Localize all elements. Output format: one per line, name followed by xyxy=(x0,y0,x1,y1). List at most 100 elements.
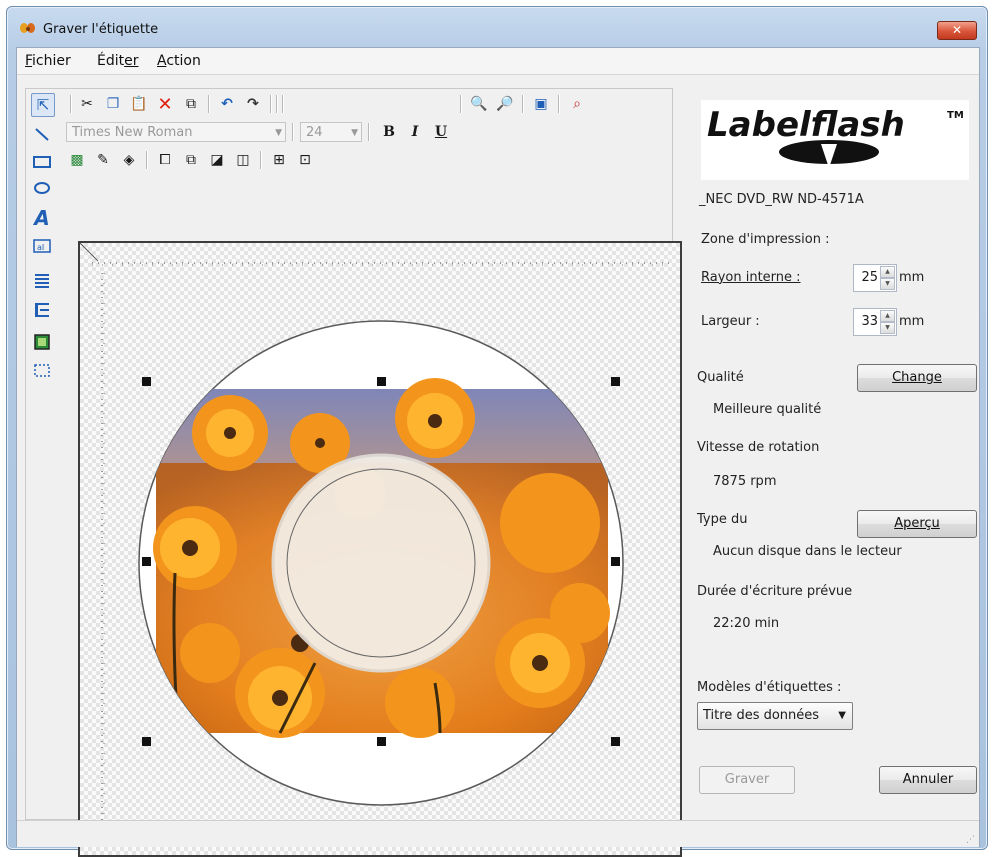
fit-page-button[interactable]: ▣ xyxy=(530,93,552,115)
italic-button[interactable]: I xyxy=(404,121,426,143)
pointer-icon: ⇱ xyxy=(36,96,50,114)
select-tool[interactable]: ⇱ xyxy=(31,93,55,117)
chevron-down-icon: ▼ xyxy=(838,710,846,721)
text-tool[interactable]: A xyxy=(31,206,53,230)
ungroup-button[interactable]: ◫ xyxy=(232,149,254,171)
toolbar-separator xyxy=(260,151,262,169)
spinner-up-icon[interactable]: ▲ xyxy=(880,310,895,322)
width-value: 33 xyxy=(861,314,878,329)
inner-radius-unit: mm xyxy=(899,270,925,285)
distribute-icon: ⊡ xyxy=(299,152,311,168)
area-tool[interactable] xyxy=(31,359,53,381)
rotation-label: Vitesse de rotation xyxy=(697,440,820,455)
window-title: Graver l'étiquette xyxy=(43,22,159,37)
paste-button[interactable]: 📋 xyxy=(128,93,150,115)
send-back-icon: ◪ xyxy=(210,152,224,168)
menu-editer[interactable]: Éditer xyxy=(97,53,139,69)
disc-layout xyxy=(80,243,670,848)
pen-button[interactable]: ✎ xyxy=(92,149,114,171)
menu-fichier[interactable]: Fichier xyxy=(25,53,71,69)
drive-name: _NEC DVD_RW ND-4571A xyxy=(699,192,864,207)
top-ruler xyxy=(92,262,670,266)
font-size-combo[interactable]: 24 ▼ xyxy=(300,122,362,142)
width-spinner[interactable]: 33 ▲ ▼ xyxy=(853,308,897,336)
title-bar[interactable]: Graver l'étiquette ✕ xyxy=(7,7,987,47)
inner-radius-value: 25 xyxy=(861,270,878,285)
toolbar-separator xyxy=(282,95,284,113)
preview-button[interactable]: ⌕ xyxy=(566,93,588,115)
clipboard-icon: 📋 xyxy=(130,96,148,112)
line-tool[interactable] xyxy=(31,123,53,145)
duration-value: 22:20 min xyxy=(713,616,780,631)
inner-radius-spinner[interactable]: 25 ▲ ▼ xyxy=(853,264,897,292)
templates-select[interactable]: Titre des données ▼ xyxy=(697,702,853,730)
ellipse-icon xyxy=(34,182,50,194)
burn-button[interactable]: Graver xyxy=(699,766,795,794)
copy-button[interactable]: ❐ xyxy=(102,93,124,115)
text-frame-icon: aI xyxy=(33,239,51,253)
toolbar-separator xyxy=(460,95,462,113)
spinner-down-icon[interactable]: ▼ xyxy=(880,278,895,290)
change-quality-button[interactable]: Change xyxy=(857,364,977,392)
duplicate-button[interactable]: ⧉ xyxy=(180,93,202,115)
font-family-combo[interactable]: Times New Roman ▼ xyxy=(66,122,286,142)
ellipse-tool[interactable] xyxy=(31,177,53,199)
disc-type-value: Aucun disque dans le lecteur xyxy=(713,544,902,559)
app-window: Graver l'étiquette ✕ Fichier Éditer Acti… xyxy=(6,6,988,857)
menu-action[interactable]: Action xyxy=(157,53,201,69)
align-button[interactable]: ⊞ xyxy=(268,149,290,171)
send-back-button[interactable]: ◪ xyxy=(206,149,228,171)
rectangle-tool[interactable] xyxy=(31,151,53,173)
font-toolbar: Times New Roman ▼ 24 ▼ B I U xyxy=(66,119,666,145)
spinner-up-icon[interactable]: ▲ xyxy=(880,266,895,278)
zoom-in-button[interactable]: 🔍 xyxy=(468,93,490,115)
cut-button[interactable]: ✂ xyxy=(76,93,98,115)
tree-list-tool[interactable] xyxy=(31,299,53,321)
bring-front-button[interactable]: ⧠ xyxy=(154,149,176,171)
svg-text:TM: TM xyxy=(947,110,964,121)
inner-radius-label: Rayon interne : xyxy=(701,270,801,285)
zoom-in-icon: 🔍 xyxy=(470,96,488,112)
labelflash-logo: Labelflash TM xyxy=(701,100,969,180)
image-tool[interactable] xyxy=(31,331,53,353)
label-canvas[interactable] xyxy=(78,241,682,857)
toolbar-separator xyxy=(292,123,294,141)
underline-button[interactable]: U xyxy=(430,121,452,143)
image-edit-icon: ▩ xyxy=(70,152,84,168)
redo-icon: ↷ xyxy=(247,96,259,112)
group-icon: ⧉ xyxy=(186,152,196,168)
rectangle-icon xyxy=(33,156,51,168)
pencil-icon: ✎ xyxy=(97,152,109,168)
preview-disc-button[interactable]: Aperçu xyxy=(857,510,977,538)
zoom-out-button[interactable]: 🔎 xyxy=(494,93,516,115)
drawing-tools: ⇱ A aI xyxy=(28,93,56,433)
bold-button[interactable]: B xyxy=(378,121,400,143)
toolbar-separator xyxy=(276,95,278,113)
text-a-icon: A xyxy=(34,206,50,230)
resize-grip-icon[interactable]: ⋰ xyxy=(966,835,975,845)
text-frame-tool[interactable]: aI xyxy=(31,235,53,257)
fit-page-icon: ▣ xyxy=(534,96,548,112)
redo-button[interactable]: ↷ xyxy=(242,93,264,115)
scissors-icon: ✂ xyxy=(81,96,93,112)
close-button[interactable]: ✕ xyxy=(937,21,977,40)
delete-button[interactable]: ✕ xyxy=(154,93,176,115)
spinner-down-icon[interactable]: ▼ xyxy=(880,322,895,334)
distribute-button[interactable]: ⊡ xyxy=(294,149,316,171)
insert-image-button[interactable]: ▩ xyxy=(66,149,88,171)
tree-list-icon xyxy=(35,303,49,317)
list-tool[interactable] xyxy=(31,269,53,291)
duplicate-icon: ⧉ xyxy=(186,96,196,112)
zoom-out-icon: 🔎 xyxy=(496,96,514,112)
undo-button[interactable]: ↶ xyxy=(216,93,238,115)
ruler-corner xyxy=(80,243,99,262)
group-button[interactable]: ⧉ xyxy=(180,149,202,171)
dotted-frame-icon xyxy=(34,364,50,377)
fill-button[interactable]: ◈ xyxy=(118,149,140,171)
toolbar-separator xyxy=(522,95,524,113)
editor-pane: ⇱ A aI ✂ ❐ 📋 ✕ ⧉ ↶ ↷ 🔍 🔎 ▣ ⌕ Times New R… xyxy=(25,88,682,857)
chevron-down-icon: ▼ xyxy=(351,128,358,138)
cancel-button[interactable]: Annuler xyxy=(879,766,977,794)
paint-bucket-icon: ◈ xyxy=(123,152,135,168)
list-icon xyxy=(35,274,49,288)
